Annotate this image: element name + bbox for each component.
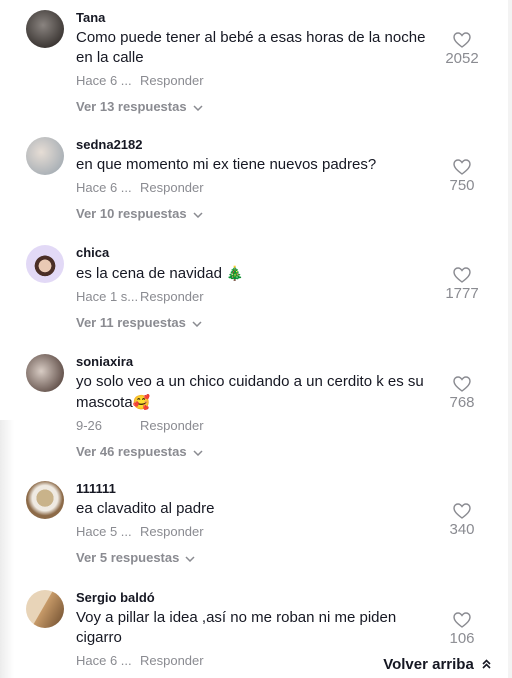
- like-button[interactable]: 768: [442, 376, 482, 412]
- heart-outline-icon: [453, 267, 471, 283]
- avatar[interactable]: [26, 10, 64, 48]
- comment-username[interactable]: chica: [76, 245, 436, 261]
- avatar[interactable]: [26, 590, 64, 628]
- comment-time: Hace 5 ...: [76, 524, 132, 539]
- reply-button[interactable]: Responder: [140, 180, 204, 195]
- comment-text: Como puede tener al bebé a esas horas de…: [76, 29, 426, 66]
- christmas-tree-emoji: 🎄: [226, 265, 244, 281]
- comment-username[interactable]: 111111: [76, 481, 436, 497]
- reply-button[interactable]: Responder: [140, 73, 204, 88]
- reply-button[interactable]: Responder: [140, 653, 204, 668]
- comment-time: Hace 6 ...: [76, 73, 132, 88]
- left-edge-shadow: [0, 420, 14, 678]
- scrollbar-track[interactable]: [508, 0, 512, 678]
- view-replies-button[interactable]: Ver 11 respuestas: [76, 315, 202, 331]
- avatar[interactable]: [26, 354, 64, 392]
- comment-time: Hace 6 ...: [76, 653, 132, 668]
- heart-outline-icon: [453, 376, 471, 392]
- view-replies-label: Ver 46 respuestas: [76, 444, 187, 459]
- comment-text: yo solo veo a un chico cuidando a un cer…: [76, 372, 436, 413]
- avatar[interactable]: [26, 481, 64, 519]
- chevron-down-icon: [193, 99, 203, 115]
- chevron-down-icon: [193, 206, 203, 222]
- like-button[interactable]: 106: [442, 612, 482, 648]
- heart-outline-icon: [453, 32, 471, 48]
- comment-text: en que momento mi ex tiene nuevos padres…: [76, 156, 377, 173]
- heart-outline-icon: [453, 612, 471, 628]
- chevron-down-icon: [185, 550, 195, 566]
- comment-time: 9-26: [76, 418, 103, 433]
- back-to-top-label: Volver arriba: [383, 655, 474, 673]
- like-button[interactable]: 750: [442, 159, 482, 195]
- reply-button[interactable]: Responder: [140, 524, 204, 539]
- view-replies-button[interactable]: Ver 46 respuestas: [76, 444, 203, 460]
- view-replies-label: Ver 5 respuestas: [76, 550, 180, 565]
- comment-username[interactable]: Sergio baldó: [76, 590, 436, 606]
- like-count: 2052: [445, 50, 479, 67]
- comment-text: es la cena de navidad 🎄: [76, 263, 436, 284]
- back-to-top-button[interactable]: Volver arriba: [366, 650, 508, 678]
- view-replies-button[interactable]: Ver 10 respuestas: [76, 206, 203, 222]
- comment-time: Hace 1 s...: [76, 289, 139, 304]
- comment-username[interactable]: soniaxira: [76, 354, 436, 370]
- comment-text: ea clavadito al padre: [76, 500, 215, 517]
- comment-time: Hace 6 ...: [76, 180, 132, 195]
- comment-text: Voy a pillar la idea ,así no me roban ni…: [76, 609, 397, 646]
- like-count: 768: [449, 394, 475, 411]
- chevron-down-icon: [192, 315, 202, 331]
- view-replies-label: Ver 10 respuestas: [76, 206, 187, 221]
- reply-button[interactable]: Responder: [140, 418, 204, 433]
- smiling-hearts-emoji: 🥰: [132, 394, 151, 410]
- comment-text-content: yo solo veo a un chico cuidando a un cer…: [76, 373, 424, 411]
- view-replies-label: Ver 11 respuestas: [76, 315, 186, 330]
- heart-outline-icon: [453, 503, 471, 519]
- comment-text-content: es la cena de navidad: [76, 265, 222, 282]
- like-count: 106: [449, 630, 475, 647]
- avatar[interactable]: [26, 245, 64, 283]
- reply-button[interactable]: Responder: [140, 289, 204, 304]
- like-button[interactable]: 2052: [442, 32, 482, 68]
- view-replies-button[interactable]: Ver 13 respuestas: [76, 99, 203, 115]
- like-button[interactable]: 1777: [442, 267, 482, 303]
- double-chevron-up-icon: [482, 656, 491, 673]
- chevron-down-icon: [193, 444, 203, 460]
- like-count: 1777: [445, 285, 479, 302]
- comment-username[interactable]: Tana: [76, 10, 436, 26]
- view-replies-button[interactable]: Ver 5 respuestas: [76, 550, 195, 566]
- like-count: 750: [449, 177, 475, 194]
- heart-outline-icon: [453, 159, 471, 175]
- like-button[interactable]: 340: [442, 503, 482, 539]
- view-replies-label: Ver 13 respuestas: [76, 99, 187, 114]
- comment-username[interactable]: sedna2182: [76, 137, 436, 153]
- like-count: 340: [449, 521, 475, 538]
- avatar[interactable]: [26, 137, 64, 175]
